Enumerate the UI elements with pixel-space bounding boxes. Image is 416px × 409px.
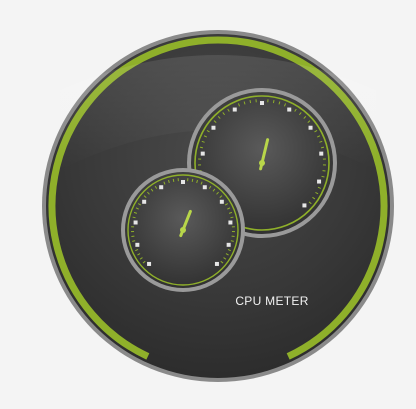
- gauge-small-tick: [203, 185, 207, 189]
- gauge-large-tick: [309, 126, 313, 130]
- gauge-large-tick: [201, 152, 205, 156]
- cpu-meter-graphic: [0, 0, 416, 404]
- gauge-small-tick: [227, 243, 231, 247]
- gauge-large-tick: [302, 203, 306, 207]
- gauge-large-tick: [211, 126, 215, 130]
- gauge-large-tick: [260, 101, 264, 105]
- small-gauge-hub: [180, 227, 186, 233]
- gauge-large-minor-tick: [273, 100, 274, 103]
- small-gauge: [121, 168, 245, 292]
- gauge-small-tick: [134, 220, 138, 224]
- gauge-small-tick: [159, 185, 163, 189]
- large-gauge-hub: [259, 160, 265, 166]
- gauge-large-tick: [233, 108, 237, 112]
- meter-title: CPU METER: [212, 294, 332, 308]
- gauge-small-tick: [228, 220, 232, 224]
- gauge-small-minor-tick: [192, 179, 193, 182]
- gauge-small-tick: [215, 262, 219, 266]
- gauge-large-minor-tick: [322, 176, 325, 177]
- gauge-small-tick: [147, 262, 151, 266]
- gauge-small-tick: [142, 200, 146, 204]
- gauge-large-tick: [317, 180, 321, 184]
- gauge-small-tick: [181, 180, 185, 184]
- gauge-large-tick: [287, 108, 291, 112]
- gauge-small-minor-tick: [173, 179, 174, 182]
- gauge-large-tick: [319, 152, 323, 156]
- cpu-meter-gadget: CPU METER: [0, 0, 416, 404]
- gauge-small-tick: [135, 243, 139, 247]
- gauge-small-minor-tick: [231, 241, 234, 242]
- gauge-small-minor-tick: [132, 241, 135, 242]
- gauge-small-tick: [220, 200, 224, 204]
- gauge-large-minor-tick: [250, 100, 251, 103]
